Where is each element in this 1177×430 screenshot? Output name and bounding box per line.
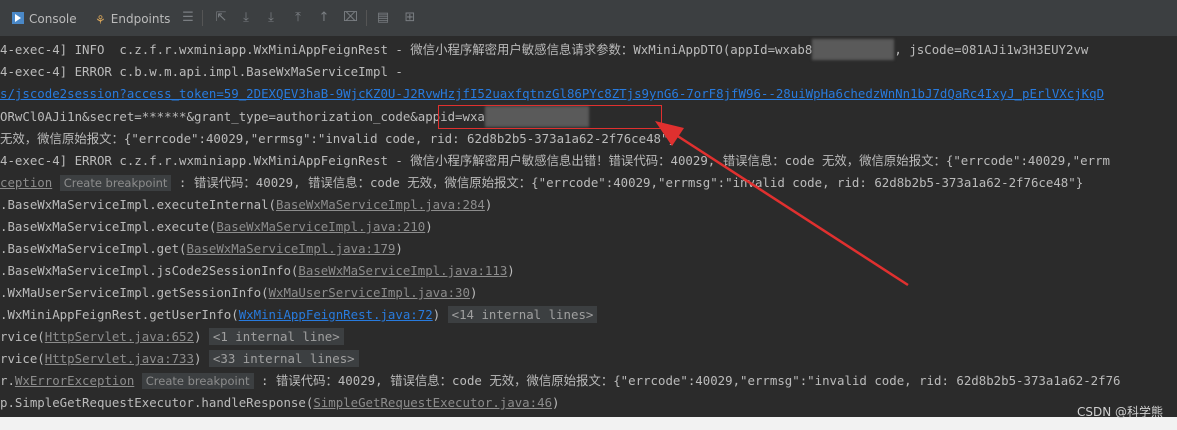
bottom-strip bbox=[0, 417, 1177, 430]
annotation-arrow-icon bbox=[655, 121, 909, 287]
watermark: CSDN @科学熊 bbox=[1076, 405, 1163, 419]
